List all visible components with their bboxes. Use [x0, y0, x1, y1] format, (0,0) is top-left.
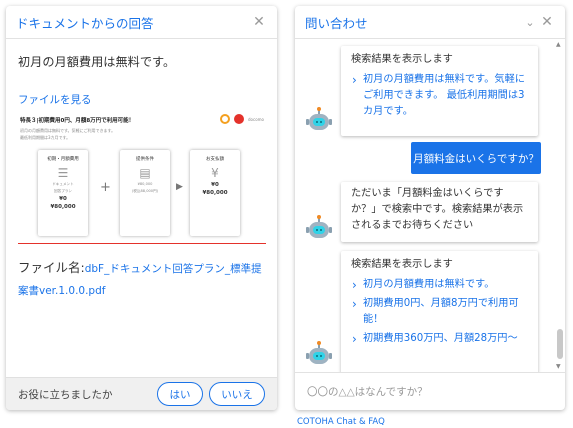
thumbnail-card: 初期・月額費用 ☰ ドキュメント 回答プラン ¥0 ¥80,000	[38, 150, 88, 236]
card-value: ¥80,000	[202, 190, 228, 196]
chat-input-bar	[295, 372, 565, 410]
card-title: お支払額	[206, 157, 224, 162]
message-header: 検索結果を表示します	[351, 54, 453, 65]
message-header: 検索結果を表示します	[351, 259, 453, 270]
logo: docomo	[220, 114, 264, 124]
thumbnail-card: 提供条件 ▤ ¥80,000 (税込88,000円)	[120, 150, 170, 236]
card-line: 回答プラン	[54, 189, 72, 193]
scrollbar-thumb[interactable]	[557, 329, 563, 359]
thumbnail-card: お支払額 ¥ ¥0 ¥80,000	[190, 150, 240, 236]
card-value: ¥80,000	[50, 204, 76, 210]
result-link[interactable]: 初期費用0円、月額8万円で利用可能！	[351, 296, 528, 328]
docomo-logo-icon	[234, 114, 245, 124]
card-title: 初期・月額費用	[47, 157, 79, 162]
no-button[interactable]: いいえ	[209, 382, 265, 406]
document-thumbnail[interactable]: 特長３|初期費用0円、月額8万円で利用可能！ 初月の月額費用は無料です。気軽にご…	[18, 112, 266, 248]
feedback-question: お役に立ちましたか	[18, 388, 113, 401]
card-title: 提供条件	[136, 157, 154, 162]
bot-message: ただいま「月額料金はいくらですか？」で検索中です。検索結果が表示されるまでお待ち…	[341, 182, 538, 242]
chevron-down-icon[interactable]: ⌄	[521, 16, 539, 29]
thumbnail-subtext: 初月の月額費用は無料です。気軽にご利用できます。	[20, 128, 116, 133]
result-link[interactable]: 初期費用360万円、月額28万円〜	[351, 331, 528, 347]
feedback-footer: お役に立ちましたか はい いいえ	[6, 377, 277, 410]
result-link[interactable]: 初月の月額費用は無料です。	[351, 277, 528, 293]
scroll-up-icon[interactable]: ▲	[556, 41, 561, 48]
arrow-right-icon: ▶	[176, 182, 183, 192]
bot-message: 検索結果を表示します 初月の月額費用は無料です。気軽にご利用できます。 最低利用…	[341, 46, 538, 136]
document-answer-panel: ドキュメントからの回答 ✕ 初月の月額費用は無料です。 ファイルを見る 特長３|…	[6, 6, 277, 410]
chat-header: 問い合わせ ⌄ ✕	[295, 6, 565, 39]
thumbnail-subtext: 最低利用期間は3カ月です。	[20, 135, 71, 140]
thumbnail-headline: 特長３|初期費用0円、月額8万円で利用可能！	[20, 118, 135, 124]
user-message: 月額料金はいくらですか？	[411, 142, 541, 174]
view-file-link[interactable]: ファイルを見る	[18, 92, 92, 107]
logo-text: docomo	[248, 116, 264, 122]
yen-icon: ¥	[211, 166, 219, 180]
chat-messages[interactable]: 検索結果を表示します 初月の月額費用は無料です。気軽にご利用できます。 最低利用…	[295, 39, 565, 372]
thumbnail-divider	[18, 243, 266, 244]
close-icon[interactable]: ✕	[251, 14, 267, 30]
document-answer-header: ドキュメントからの回答 ✕	[6, 6, 277, 39]
close-icon[interactable]: ✕	[539, 14, 555, 30]
document-answer-title: ドキュメントからの回答	[16, 15, 154, 31]
scroll-down-icon[interactable]: ▼	[556, 363, 561, 370]
message-text: ただいま「月額料金はいくらですか？」で検索中です。検索結果が表示されるまでお待ち…	[351, 188, 524, 231]
card-value: ¥0	[211, 182, 219, 188]
card-value: ¥0	[59, 196, 67, 202]
file-name: ファイル名:dbF_ドキュメント回答プラン_標準提案書ver.1.0.0.pdf	[18, 257, 268, 301]
bot-avatar	[306, 341, 332, 369]
sliders-icon: ☰	[57, 166, 69, 180]
chat-title: 問い合わせ	[305, 15, 368, 31]
file-name-label: ファイル名:	[18, 260, 85, 275]
bot-avatar	[306, 215, 332, 243]
plus-icon: +	[100, 180, 111, 195]
caption: COTOHA Chat & FAQ	[297, 417, 385, 427]
card-line: ¥80,000	[137, 182, 153, 186]
scrollbar[interactable]: ▲ ▼	[556, 41, 564, 372]
card-line: (税込88,000円)	[131, 189, 159, 193]
chat-panel: 問い合わせ ⌄ ✕ 検索結果を表示します 初月の月額費用は無料です。気軽にご利用…	[295, 6, 565, 410]
chat-input[interactable]	[307, 385, 553, 398]
yes-button[interactable]: はい	[157, 382, 203, 406]
ring-logo-icon	[220, 114, 231, 124]
bot-avatar	[306, 107, 332, 135]
bot-message: 検索結果を表示します 初月の月額費用は無料です。 初期費用0円、月額8万円で利用…	[341, 251, 538, 372]
card-line: ドキュメント	[52, 182, 74, 186]
document-icon: ▤	[139, 166, 151, 180]
answer-text: 初月の月額費用は無料です。	[18, 55, 176, 69]
result-link[interactable]: 初月の月額費用は無料です。気軽にご利用できます。 最低利用期間は3カ月です。	[351, 72, 528, 120]
